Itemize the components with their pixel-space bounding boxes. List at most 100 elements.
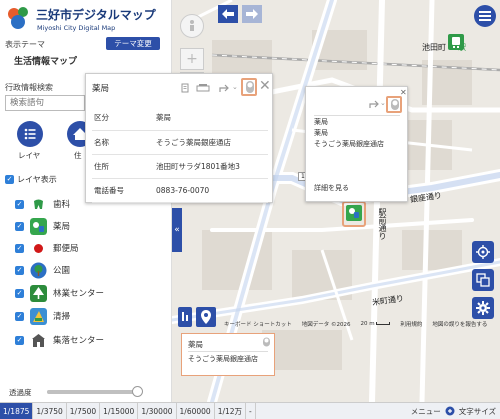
layer-item-forestry[interactable]: ✓ 林業センター bbox=[15, 284, 104, 302]
toggle-icon-highlight[interactable] bbox=[386, 96, 402, 113]
divider bbox=[188, 351, 268, 352]
report-error-link[interactable]: 地図の誤りを報告する bbox=[432, 320, 487, 328]
keyboard-shortcuts-link[interactable]: キーボード ショートカット bbox=[224, 320, 292, 328]
layer-label: 集落センター bbox=[53, 336, 105, 346]
location-pin-icon bbox=[201, 310, 211, 324]
layer-item-community[interactable]: ✓ 集落センター bbox=[15, 331, 104, 349]
checkbox-icon[interactable]: ✓ bbox=[15, 335, 24, 345]
table-value: 薬局 bbox=[156, 106, 268, 131]
street-view-button[interactable] bbox=[180, 14, 204, 38]
gear-icon bbox=[476, 301, 490, 315]
detail-popup-title: 薬局 bbox=[92, 84, 110, 94]
arrow-right-icon bbox=[246, 9, 258, 19]
checkbox-icon[interactable]: ✓ bbox=[15, 288, 24, 298]
back-button[interactable] bbox=[218, 5, 238, 23]
details-link[interactable]: 詳細を見る bbox=[314, 183, 349, 193]
scale-1-60000[interactable]: 1/60000 bbox=[177, 403, 215, 419]
toggle-icon[interactable] bbox=[262, 337, 271, 347]
more-scales[interactable]: - bbox=[246, 403, 256, 419]
table-value: そうごう薬局銀座通店 bbox=[156, 130, 268, 155]
bottom-bar: 1/1875 1/3750 1/7500 1/15000 1/30000 1/6… bbox=[0, 402, 500, 419]
table-key: 区分 bbox=[92, 106, 156, 131]
layer-header-label: レイヤ表示 bbox=[17, 175, 57, 184]
theme-name: 生活情報マップ bbox=[14, 57, 78, 67]
double-chevron-left-icon: « bbox=[174, 225, 180, 235]
table-row: 区分 薬局 bbox=[92, 106, 268, 131]
current-location-button[interactable] bbox=[472, 241, 494, 263]
bottom-right-links: メニュー 文字サイズ bbox=[411, 403, 500, 419]
layer-label: 公園 bbox=[53, 266, 71, 276]
scale-1-30000[interactable]: 1/30000 bbox=[138, 403, 177, 419]
list-icon bbox=[24, 128, 36, 140]
map-mode-button[interactable] bbox=[178, 307, 192, 327]
map-data-credit: 地図データ ©2026 bbox=[301, 322, 351, 328]
layer-item-post-office[interactable]: ✓ 郵便局 bbox=[15, 239, 79, 257]
table-value: 0883-76-0070 bbox=[156, 178, 268, 203]
scale-1-15000[interactable]: 1/15000 bbox=[100, 403, 139, 419]
bubble-line: そうごう薬局銀座通店 bbox=[314, 140, 384, 148]
scale-1-7500[interactable]: 1/7500 bbox=[67, 403, 101, 419]
toggle-icon-highlight[interactable] bbox=[241, 78, 257, 96]
layers-button[interactable] bbox=[472, 269, 494, 291]
map-attribution: キーボード ショートカット 地図データ ©2026 20 m 利用規約 地図の誤… bbox=[224, 320, 487, 328]
menu-link[interactable]: メニュー bbox=[411, 406, 441, 417]
cleaning-icon bbox=[30, 307, 47, 325]
table-row: 電話番号 0883-76-0070 bbox=[92, 178, 268, 203]
chevron-down-icon[interactable]: ⌄ bbox=[380, 99, 386, 107]
forestry-center-icon bbox=[30, 284, 47, 302]
layer-item-pharmacy[interactable]: ✓ 薬局 bbox=[15, 217, 70, 235]
layer-label: 清掃 bbox=[53, 312, 71, 322]
print-icon[interactable] bbox=[196, 83, 210, 93]
layer-button[interactable] bbox=[17, 121, 43, 147]
street-view-icon bbox=[190, 20, 194, 31]
opacity-label: 透過度 bbox=[9, 388, 32, 397]
checkbox-icon: ✓ bbox=[5, 175, 14, 184]
layer-button-label: レイヤ bbox=[18, 151, 41, 160]
checkbox-icon[interactable]: ✓ bbox=[15, 243, 24, 253]
opacity-slider[interactable] bbox=[47, 386, 143, 397]
scale-bar: 20 m bbox=[361, 321, 391, 327]
font-size-link[interactable]: 文字サイズ bbox=[459, 406, 496, 417]
layer-label: 歯科 bbox=[53, 200, 71, 210]
scale-1-120000[interactable]: 1/12万 bbox=[215, 403, 247, 419]
facility-summary-popup[interactable]: 薬局 そうごう薬局銀座通店 bbox=[181, 333, 275, 376]
checkbox-icon[interactable]: ✓ bbox=[15, 199, 24, 209]
station-icon[interactable] bbox=[448, 34, 464, 50]
layer-item-park[interactable]: ✓ 公園 bbox=[15, 261, 70, 279]
forward-button[interactable] bbox=[242, 5, 262, 23]
close-icon[interactable]: ✕ bbox=[259, 78, 271, 94]
change-theme-button[interactable]: テーマ変更 bbox=[106, 37, 160, 50]
plus-icon: + bbox=[186, 51, 198, 67]
checkbox-icon[interactable]: ✓ bbox=[15, 221, 24, 231]
checkbox-icon[interactable]: ✓ bbox=[15, 311, 24, 321]
scale-1-1875[interactable]: 1/1875 bbox=[0, 403, 34, 419]
layer-toggle-all[interactable]: ✓ レイヤ表示 bbox=[5, 174, 57, 185]
post-office-icon bbox=[34, 243, 43, 253]
city-logo-icon bbox=[8, 7, 28, 29]
opacity-slider-thumb[interactable] bbox=[132, 386, 143, 397]
toggle-icon bbox=[246, 81, 254, 93]
settings-button[interactable] bbox=[472, 297, 494, 319]
panel-collapse-toggle[interactable]: « bbox=[172, 208, 182, 252]
checkbox-icon[interactable]: ✓ bbox=[15, 265, 24, 275]
menu-button[interactable] bbox=[474, 5, 496, 27]
layer-item-cleaning[interactable]: ✓ 清掃 bbox=[15, 307, 70, 325]
chevron-down-icon[interactable]: ⌄ bbox=[232, 83, 238, 91]
pharmacy-marker-icon[interactable] bbox=[346, 205, 362, 223]
map-pin-icon bbox=[182, 312, 188, 321]
location-pin-button[interactable] bbox=[196, 307, 216, 327]
crosshair-icon bbox=[476, 245, 490, 259]
bubble-line: 薬局 bbox=[314, 118, 328, 126]
route-icon[interactable] bbox=[219, 83, 231, 93]
layer-item-dental[interactable]: ✓ 歯科 bbox=[15, 195, 70, 213]
search-input[interactable] bbox=[5, 95, 85, 111]
table-value: 池田町サラダ1801番地3 bbox=[156, 154, 268, 179]
document-icon[interactable] bbox=[180, 83, 190, 93]
copy-layers-icon bbox=[476, 273, 490, 287]
search-label: 行政情報検索 bbox=[5, 83, 53, 92]
terms-link[interactable]: 利用規約 bbox=[400, 320, 422, 328]
zoom-in-button[interactable]: + bbox=[180, 48, 204, 70]
scale-1-3750[interactable]: 1/3750 bbox=[33, 403, 67, 419]
table-key: 電話番号 bbox=[92, 178, 156, 203]
pharmacy-icon bbox=[30, 217, 47, 235]
